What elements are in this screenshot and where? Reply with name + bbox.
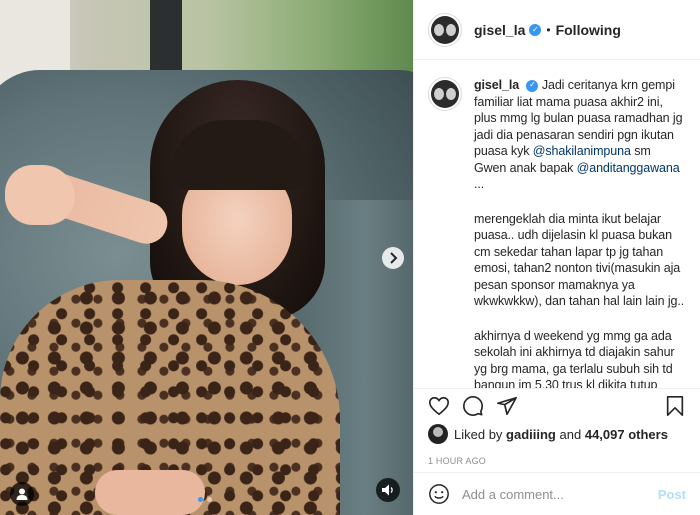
chevron-right-icon — [390, 252, 398, 264]
speaker-icon — [382, 484, 393, 496]
author-username[interactable]: gisel_la — [474, 22, 525, 38]
caption-text-segment: akhirnya d weekend yg mmg ga ada sekolah… — [474, 328, 675, 389]
verified-badge-icon: ✓ — [526, 79, 539, 92]
bookmark-icon[interactable] — [664, 395, 686, 417]
caption-avatar[interactable] — [428, 77, 462, 111]
share-icon[interactable] — [496, 395, 518, 417]
caption-text-segment: ... — [474, 177, 485, 191]
post-video[interactable] — [0, 0, 413, 515]
mention-link[interactable]: @shakilanimpuna — [533, 144, 631, 158]
post-header: gisel_la ✓ • Following — [414, 0, 700, 60]
liker-avatar[interactable] — [428, 424, 448, 444]
verified-badge-icon: ✓ — [529, 23, 542, 36]
comment-composer: Post — [414, 472, 700, 515]
following-button[interactable]: Following — [556, 22, 621, 38]
caption-text-segment: merengeklah dia minta ikut belajar puasa… — [474, 211, 685, 309]
post-details-panel: gisel_la ✓ • Following gisel_la ✓ Jadi c… — [413, 0, 700, 515]
caption-paragraph: akhirnya d weekend yg mmg ga ada sekolah… — [474, 328, 686, 389]
action-icons-row — [428, 389, 686, 423]
sound-toggle-button[interactable] — [376, 478, 400, 502]
tagged-users-button[interactable] — [10, 482, 34, 506]
user-icon — [16, 488, 28, 500]
child-hand — [5, 165, 75, 225]
emoji-icon[interactable] — [428, 483, 450, 505]
likes-summary: Liked by gadiiing and 44,097 others — [428, 424, 686, 444]
carousel-indicator — [198, 497, 212, 502]
child-knee — [95, 470, 205, 515]
post-comment-button[interactable]: Post — [658, 487, 686, 502]
likes-others-link[interactable]: 44,097 others — [585, 427, 668, 442]
likes-joiner: and — [559, 426, 582, 442]
avatar-image — [431, 80, 459, 108]
carousel-dot — [207, 497, 212, 502]
comment-icon[interactable] — [462, 395, 484, 417]
header-separator: • — [546, 22, 551, 37]
heart-icon[interactable] — [428, 395, 450, 417]
mention-link[interactable]: @anditanggawana — [577, 161, 680, 175]
author-avatar[interactable] — [428, 12, 462, 47]
caption-paragraph: merengeklah dia minta ikut belajar puasa… — [474, 211, 686, 310]
child-bangs — [172, 120, 307, 190]
comment-input[interactable] — [462, 486, 658, 502]
caption-username[interactable]: gisel_la — [474, 78, 519, 92]
carousel-dot-active — [198, 497, 203, 502]
caption-text: gisel_la ✓ Jadi ceritanya krn gempi fami… — [474, 77, 686, 388]
caption-section: gisel_la ✓ Jadi ceritanya krn gempi fami… — [414, 61, 700, 388]
avatar-image — [431, 15, 459, 44]
next-slide-button[interactable] — [382, 247, 404, 269]
post-actions: Liked by gadiiing and 44,097 others 1 HO… — [414, 388, 700, 466]
liker-username[interactable]: gadiiing — [506, 427, 556, 442]
likes-prefix: Liked by — [454, 426, 503, 442]
post-timestamp[interactable]: 1 HOUR AGO — [428, 456, 686, 466]
caption-paragraph: gisel_la ✓ Jadi ceritanya krn gempi fami… — [474, 77, 686, 193]
